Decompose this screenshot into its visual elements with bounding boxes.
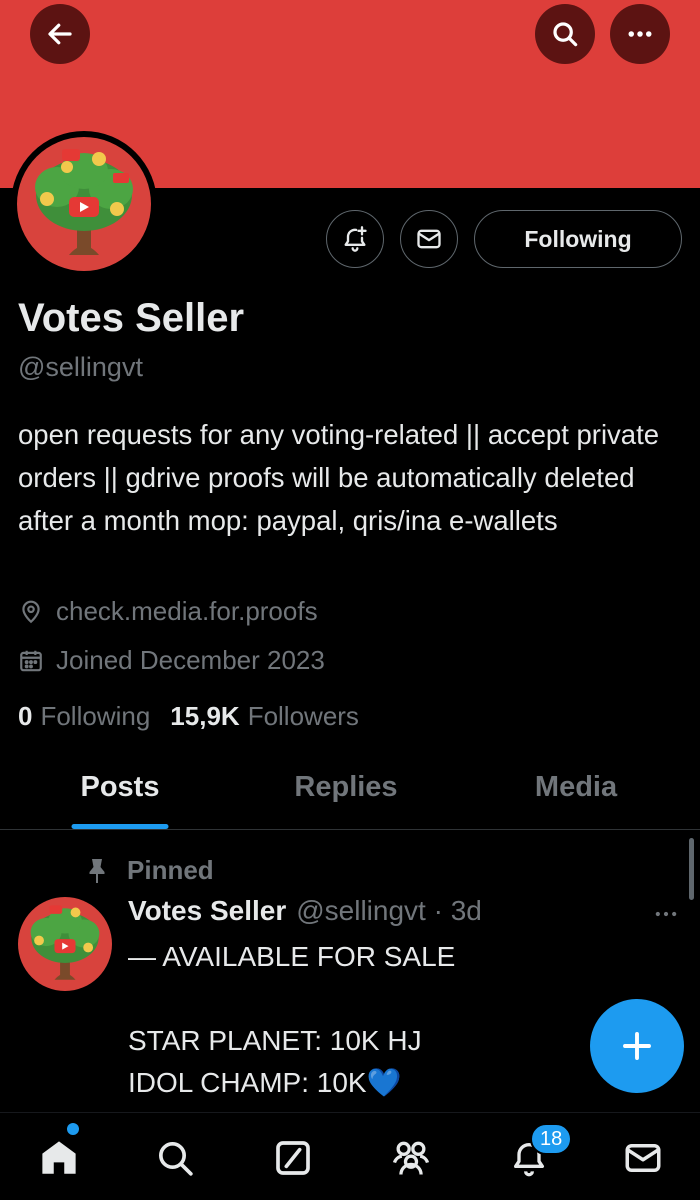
profile-bio: open requests for any voting-related || … bbox=[18, 419, 660, 536]
post-avatar[interactable] bbox=[18, 897, 112, 991]
compose-button[interactable] bbox=[590, 999, 684, 1093]
followers-stat[interactable]: 15,9K Followers bbox=[170, 701, 359, 732]
location-pin-icon bbox=[22, 600, 40, 623]
profile-stats: 0 Following 15,9K Followers bbox=[18, 701, 379, 732]
nav-search[interactable] bbox=[152, 1135, 198, 1181]
profile-handle: @sellingvt bbox=[18, 352, 143, 382]
grok-icon bbox=[276, 1141, 310, 1175]
location-text[interactable]: check.media.for.proofs bbox=[56, 596, 318, 627]
plus-icon bbox=[623, 1032, 651, 1060]
search-button[interactable] bbox=[535, 4, 595, 64]
post-author-handle[interactable]: @sellingvt · 3d bbox=[296, 895, 482, 927]
nav-grok[interactable] bbox=[270, 1135, 316, 1181]
tab-media[interactable]: Media bbox=[452, 755, 700, 829]
followers-count: 15,9K bbox=[170, 701, 240, 731]
profile-joined: Joined December 2023 bbox=[18, 645, 325, 676]
pinned-indicator: Pinned bbox=[85, 855, 214, 886]
bell-plus-icon bbox=[344, 226, 367, 252]
envelope-icon bbox=[417, 229, 441, 249]
back-arrow-icon bbox=[48, 23, 72, 45]
message-button[interactable] bbox=[400, 210, 458, 268]
bottom-nav bbox=[0, 1112, 700, 1200]
notify-button[interactable] bbox=[326, 210, 384, 268]
post-author-name[interactable]: Votes Seller bbox=[128, 895, 286, 927]
back-button[interactable] bbox=[30, 4, 90, 64]
tab-replies[interactable]: Replies bbox=[240, 755, 452, 829]
communities-icon bbox=[392, 1141, 430, 1175]
profile-location: check.media.for.proofs bbox=[18, 596, 318, 627]
pinned-label: Pinned bbox=[127, 855, 214, 885]
search-icon bbox=[159, 1142, 193, 1176]
nav-messages[interactable] bbox=[620, 1135, 666, 1181]
following-stat[interactable]: 0 Following bbox=[18, 701, 150, 732]
tab-posts[interactable]: Posts bbox=[0, 755, 240, 829]
following-count: 0 bbox=[18, 701, 33, 731]
more-icon bbox=[628, 31, 652, 37]
avatar-image bbox=[17, 137, 151, 271]
profile-tabs: Posts Replies Media bbox=[0, 755, 700, 830]
calendar-icon bbox=[20, 650, 42, 671]
following-label: Following bbox=[40, 701, 151, 731]
more-button[interactable] bbox=[610, 4, 670, 64]
home-unread-dot bbox=[67, 1123, 79, 1135]
search-icon bbox=[553, 22, 578, 47]
following-button[interactable]: Following bbox=[474, 210, 682, 268]
home-icon bbox=[42, 1141, 76, 1174]
notifications-badge: 18 bbox=[530, 1123, 573, 1155]
pin-icon bbox=[89, 858, 105, 883]
post-more-button[interactable] bbox=[652, 900, 680, 933]
post-body[interactable]: — AVAILABLE FOR SALE STAR PLANET: 10K HJ… bbox=[128, 936, 648, 1112]
nav-communities[interactable] bbox=[388, 1135, 434, 1181]
scrollbar[interactable] bbox=[689, 838, 694, 900]
nav-home[interactable] bbox=[36, 1135, 82, 1181]
followers-label: Followers bbox=[247, 701, 359, 731]
messages-icon bbox=[625, 1144, 661, 1172]
profile-name: Votes Seller bbox=[18, 296, 245, 340]
profile-avatar[interactable] bbox=[11, 131, 157, 277]
more-icon bbox=[655, 911, 677, 917]
joined-text: Joined December 2023 bbox=[56, 645, 325, 675]
post-header: Votes Seller @sellingvt · 3d bbox=[128, 895, 482, 927]
